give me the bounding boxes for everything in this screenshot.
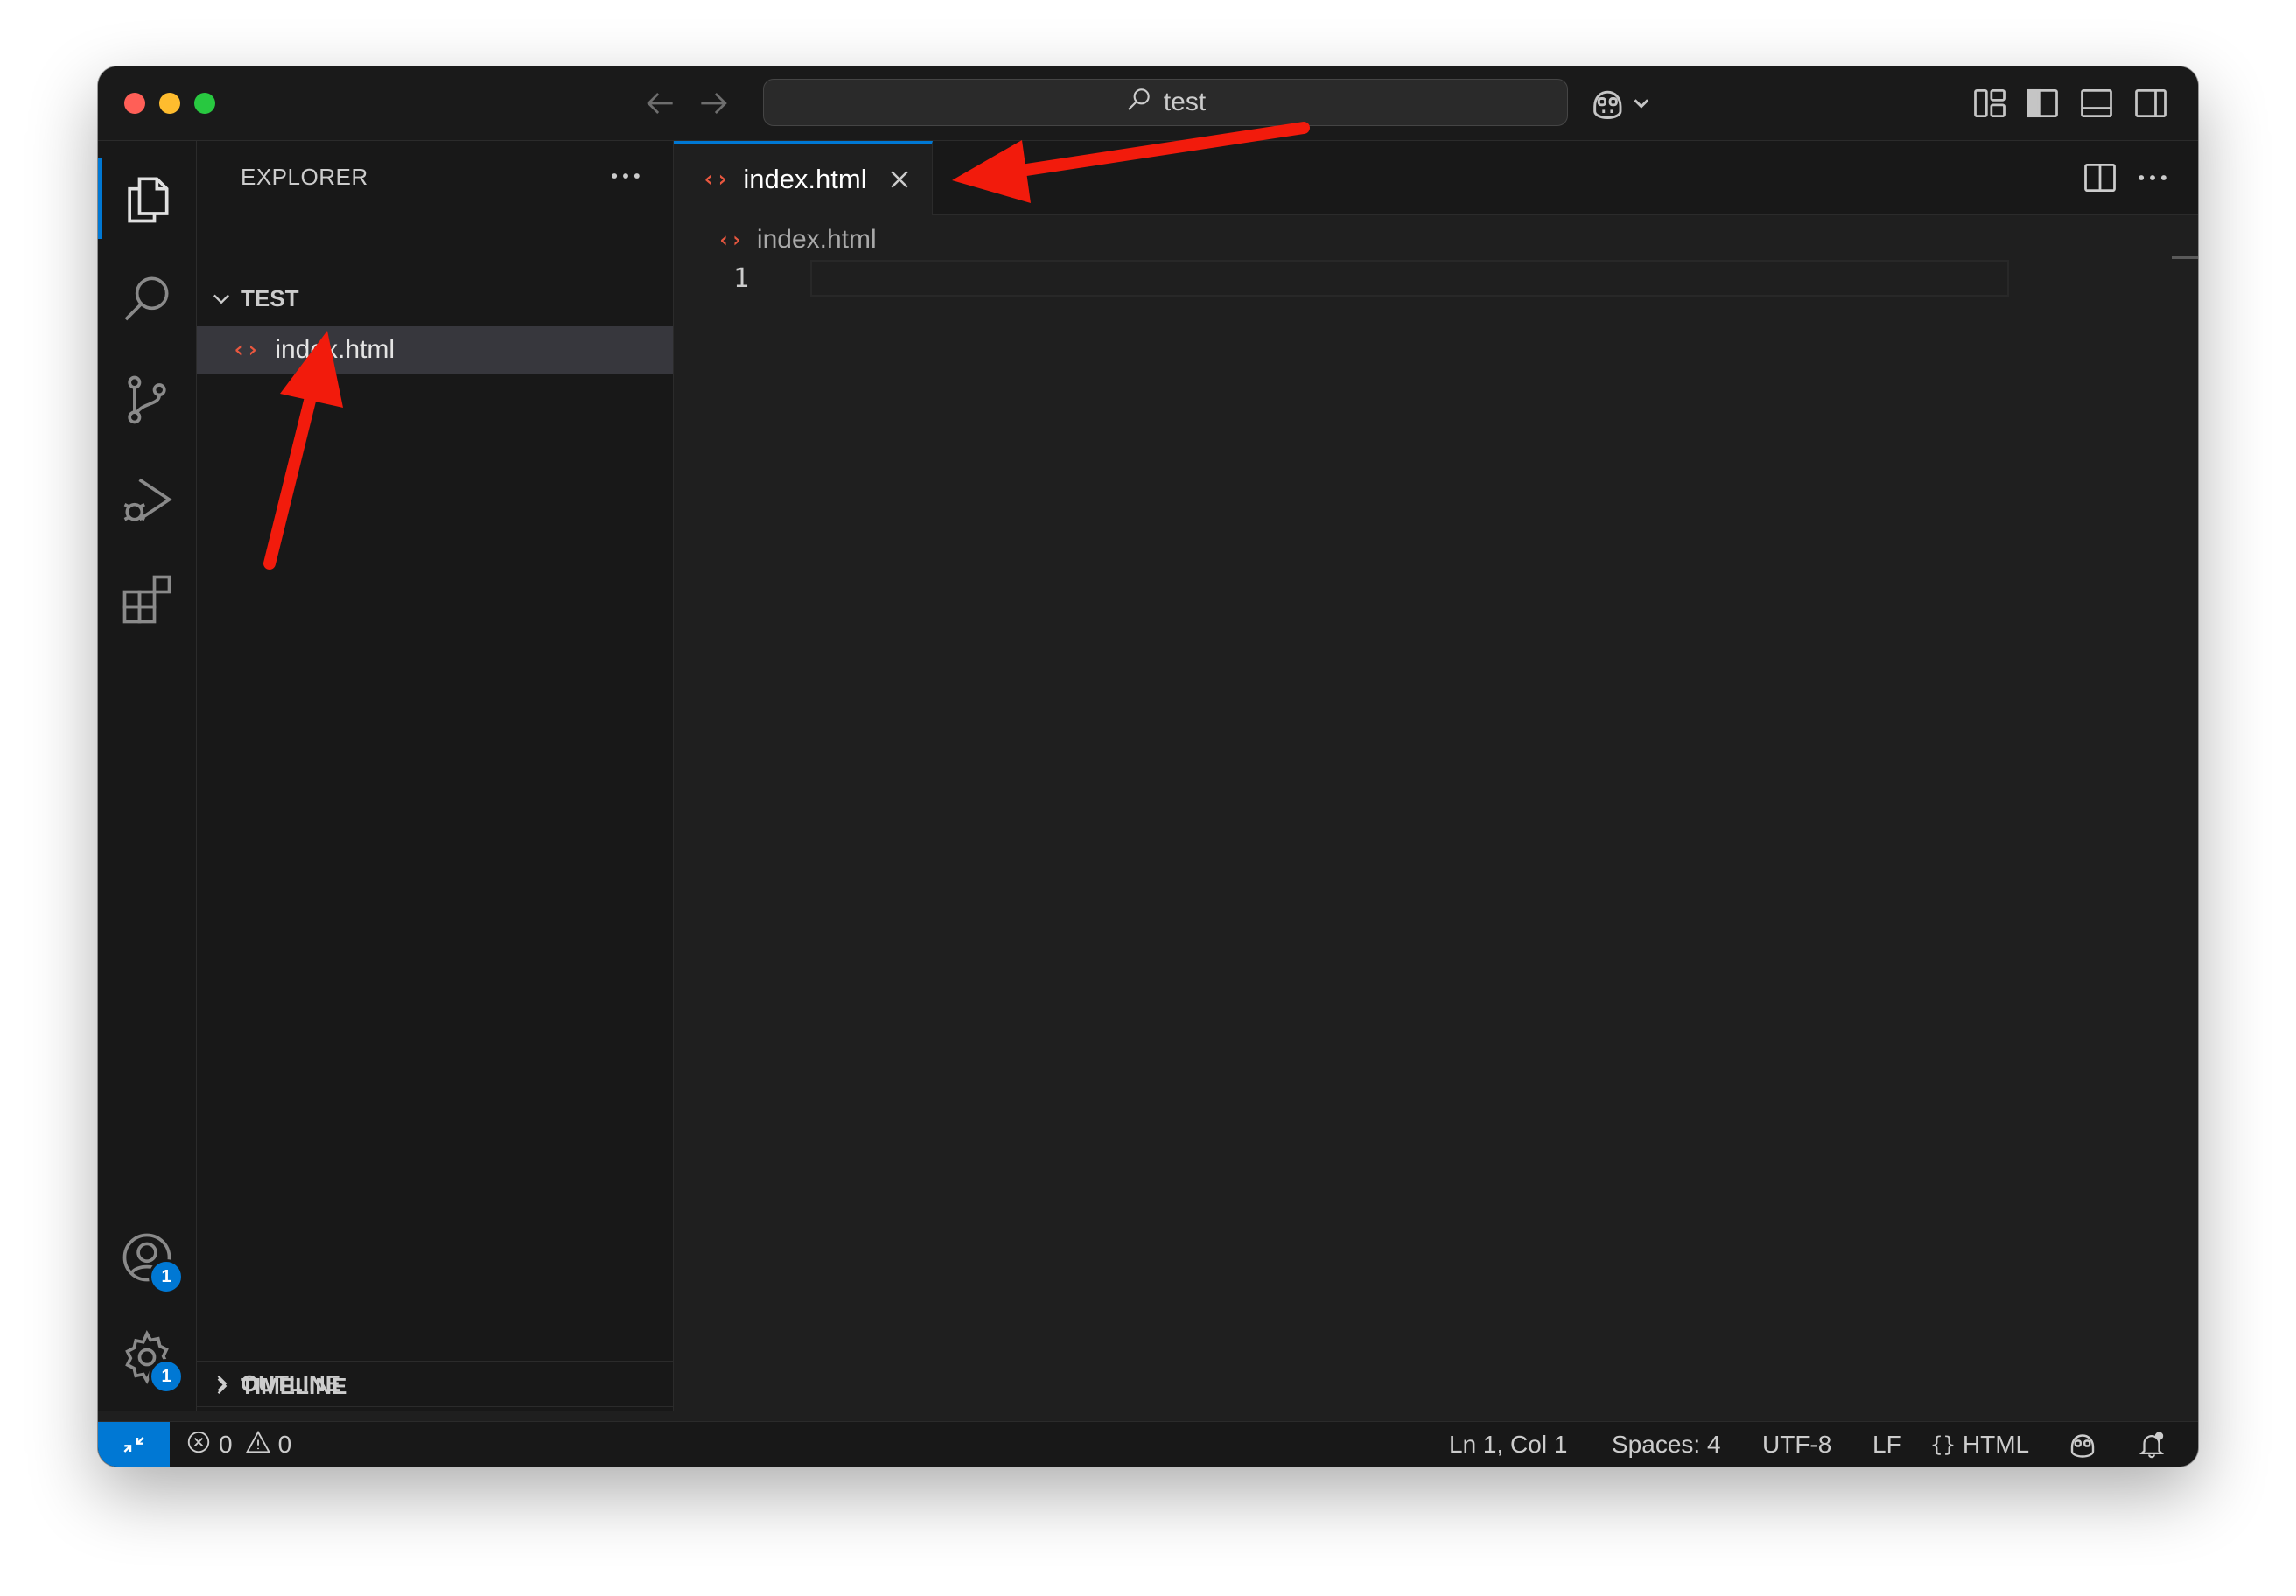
zoom-window-button[interactable] [194, 93, 215, 114]
current-line-highlight[interactable] [810, 260, 2009, 297]
command-center-search[interactable]: test [763, 79, 1568, 126]
active-view-indicator [98, 158, 102, 239]
explorer-files-icon[interactable] [117, 169, 177, 228]
warning-count: 0 [277, 1431, 292, 1458]
editor-area: ‹› index.html ‹› index.html 1 [674, 141, 2198, 1411]
forward-arrow-icon[interactable] [695, 84, 733, 122]
breadcrumb-file: index.html [756, 225, 877, 254]
activity-bar: 1 1 [98, 141, 197, 1411]
indentation-setting[interactable]: Spaces: 4 [1612, 1422, 1721, 1466]
vscode-window: test 1 1 EXPLORER TEST ‹› index.html OUT… [98, 66, 2198, 1466]
toggle-panel-icon[interactable] [2077, 84, 2116, 122]
close-icon[interactable] [886, 166, 913, 192]
settings-badge: 1 [149, 1359, 184, 1394]
file-name: index.html [275, 335, 396, 364]
back-arrow-icon[interactable] [640, 84, 679, 122]
copilot-status-icon[interactable] [2067, 1422, 2098, 1466]
timeline-label: TIMELINE [241, 1372, 347, 1399]
language-label: HTML [1962, 1431, 2030, 1458]
error-count: 0 [219, 1431, 233, 1458]
line-number: 1 [733, 263, 750, 294]
title-bar: test [98, 66, 2198, 141]
timeline-section-header[interactable]: TIMELINE [197, 1363, 673, 1409]
search-icon [1125, 85, 1153, 120]
overview-ruler-cursor [2172, 256, 2198, 259]
more-actions-icon[interactable] [606, 160, 645, 192]
extensions-icon[interactable] [117, 570, 177, 629]
run-debug-icon[interactable] [117, 470, 177, 529]
explorer-sidebar: EXPLORER TEST ‹› index.html OUTLINE [197, 141, 674, 1411]
breadcrumb[interactable]: ‹› index.html [718, 225, 877, 255]
encoding-setting[interactable]: UTF-8 [1762, 1422, 1831, 1466]
error-icon [186, 1429, 212, 1461]
accounts-badge: 1 [149, 1259, 184, 1294]
customize-layout-icon[interactable] [1970, 84, 2009, 122]
tab-label: index.html [743, 164, 867, 194]
tab-index-html[interactable]: ‹› index.html [674, 141, 933, 215]
notifications-bell-icon[interactable] [2137, 1422, 2166, 1466]
split-editor-icon[interactable] [2081, 158, 2119, 197]
minimize-window-button[interactable] [159, 93, 180, 114]
command-center-label: test [1163, 88, 1207, 116]
tab-bar: ‹› index.html [674, 141, 2198, 215]
accounts-icon[interactable]: 1 [117, 1228, 184, 1294]
html-file-icon: ‹› [702, 166, 730, 192]
toggle-secondary-sidebar-icon[interactable] [2132, 84, 2170, 122]
chevron-down-icon [209, 286, 234, 311]
search-icon[interactable] [117, 269, 177, 328]
html-file-icon: ‹› [718, 228, 743, 252]
chevron-right-icon [209, 1374, 234, 1398]
problems-indicator[interactable]: 0 0 [186, 1422, 291, 1466]
language-mode[interactable]: {} HTML [1930, 1422, 2029, 1466]
copilot-menu-icon[interactable] [1586, 84, 1656, 122]
toggle-primary-sidebar-icon[interactable] [2023, 84, 2062, 122]
editor-more-actions-icon[interactable] [2133, 158, 2172, 197]
remote-indicator-icon[interactable] [98, 1422, 170, 1466]
section-divider [197, 1361, 673, 1362]
source-control-icon[interactable] [117, 370, 177, 430]
settings-gear-icon[interactable]: 1 [117, 1327, 184, 1394]
sidebar-title: EXPLORER [241, 164, 368, 190]
close-window-button[interactable] [124, 93, 145, 114]
html-file-icon: ‹› [232, 337, 260, 363]
folder-header-test[interactable]: TEST [197, 277, 673, 319]
cursor-position[interactable]: Ln 1, Col 1 [1449, 1422, 1567, 1466]
file-item-index-html[interactable]: ‹› index.html [197, 326, 673, 374]
folder-name: TEST [241, 284, 299, 312]
eol-setting[interactable]: LF [1872, 1422, 1901, 1466]
status-bar: 0 0 Ln 1, Col 1 Spaces: 4 UTF-8 LF {} HT… [98, 1421, 2198, 1466]
warning-icon [245, 1429, 271, 1461]
language-braces-icon: {} [1930, 1432, 1956, 1457]
